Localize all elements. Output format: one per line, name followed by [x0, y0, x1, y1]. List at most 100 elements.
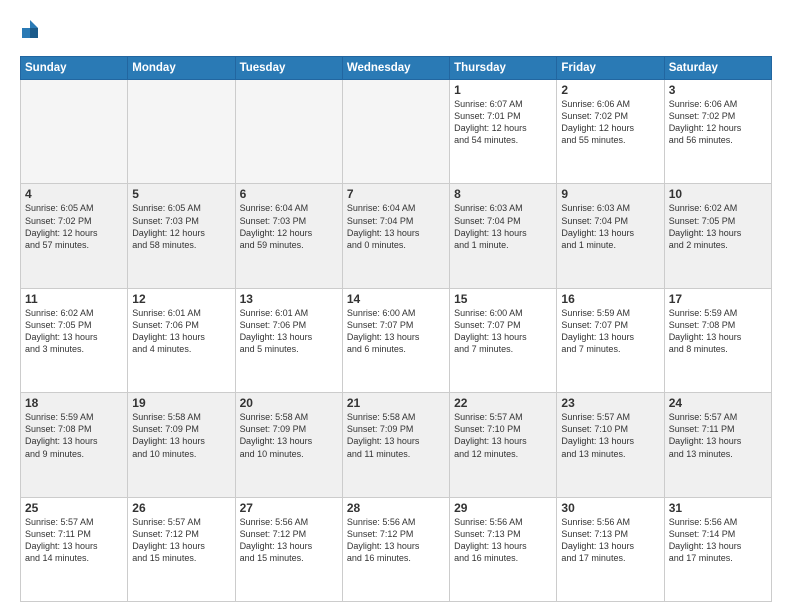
day-number: 2 [561, 83, 659, 97]
calendar-cell-day: 28Sunrise: 5:56 AM Sunset: 7:12 PM Dayli… [342, 497, 449, 601]
day-number: 20 [240, 396, 338, 410]
calendar-cell-day: 3Sunrise: 6:06 AM Sunset: 7:02 PM Daylig… [664, 80, 771, 184]
day-info: Sunrise: 5:57 AM Sunset: 7:11 PM Dayligh… [25, 516, 123, 565]
day-info: Sunrise: 5:58 AM Sunset: 7:09 PM Dayligh… [132, 411, 230, 460]
calendar-cell-day: 17Sunrise: 5:59 AM Sunset: 7:08 PM Dayli… [664, 288, 771, 392]
day-info: Sunrise: 5:57 AM Sunset: 7:10 PM Dayligh… [454, 411, 552, 460]
day-number: 17 [669, 292, 767, 306]
calendar-cell-day: 12Sunrise: 6:01 AM Sunset: 7:06 PM Dayli… [128, 288, 235, 392]
day-info: Sunrise: 5:59 AM Sunset: 7:08 PM Dayligh… [25, 411, 123, 460]
day-info: Sunrise: 5:56 AM Sunset: 7:12 PM Dayligh… [347, 516, 445, 565]
day-number: 7 [347, 187, 445, 201]
calendar-weekday-sunday: Sunday [21, 57, 128, 80]
calendar-weekday-tuesday: Tuesday [235, 57, 342, 80]
day-info: Sunrise: 5:57 AM Sunset: 7:10 PM Dayligh… [561, 411, 659, 460]
calendar-cell-day: 5Sunrise: 6:05 AM Sunset: 7:03 PM Daylig… [128, 184, 235, 288]
day-info: Sunrise: 6:07 AM Sunset: 7:01 PM Dayligh… [454, 98, 552, 147]
calendar-week-row: 4Sunrise: 6:05 AM Sunset: 7:02 PM Daylig… [21, 184, 772, 288]
calendar-cell-empty [21, 80, 128, 184]
calendar-cell-day: 1Sunrise: 6:07 AM Sunset: 7:01 PM Daylig… [450, 80, 557, 184]
day-number: 18 [25, 396, 123, 410]
day-info: Sunrise: 5:56 AM Sunset: 7:14 PM Dayligh… [669, 516, 767, 565]
day-info: Sunrise: 5:59 AM Sunset: 7:08 PM Dayligh… [669, 307, 767, 356]
calendar-cell-day: 19Sunrise: 5:58 AM Sunset: 7:09 PM Dayli… [128, 393, 235, 497]
calendar-week-row: 1Sunrise: 6:07 AM Sunset: 7:01 PM Daylig… [21, 80, 772, 184]
page: SundayMondayTuesdayWednesdayThursdayFrid… [0, 0, 792, 612]
calendar-cell-day: 14Sunrise: 6:00 AM Sunset: 7:07 PM Dayli… [342, 288, 449, 392]
day-info: Sunrise: 6:03 AM Sunset: 7:04 PM Dayligh… [454, 202, 552, 251]
calendar-weekday-saturday: Saturday [664, 57, 771, 80]
calendar-cell-empty [342, 80, 449, 184]
calendar-weekday-thursday: Thursday [450, 57, 557, 80]
day-number: 11 [25, 292, 123, 306]
calendar-cell-empty [128, 80, 235, 184]
calendar-week-row: 18Sunrise: 5:59 AM Sunset: 7:08 PM Dayli… [21, 393, 772, 497]
day-number: 8 [454, 187, 552, 201]
calendar-cell-day: 27Sunrise: 5:56 AM Sunset: 7:12 PM Dayli… [235, 497, 342, 601]
day-number: 12 [132, 292, 230, 306]
calendar-cell-day: 10Sunrise: 6:02 AM Sunset: 7:05 PM Dayli… [664, 184, 771, 288]
day-number: 16 [561, 292, 659, 306]
day-number: 23 [561, 396, 659, 410]
calendar-cell-day: 22Sunrise: 5:57 AM Sunset: 7:10 PM Dayli… [450, 393, 557, 497]
day-info: Sunrise: 5:57 AM Sunset: 7:12 PM Dayligh… [132, 516, 230, 565]
day-info: Sunrise: 6:04 AM Sunset: 7:03 PM Dayligh… [240, 202, 338, 251]
calendar-cell-day: 16Sunrise: 5:59 AM Sunset: 7:07 PM Dayli… [557, 288, 664, 392]
day-number: 25 [25, 501, 123, 515]
day-number: 31 [669, 501, 767, 515]
calendar-header-row: SundayMondayTuesdayWednesdayThursdayFrid… [21, 57, 772, 80]
calendar-cell-day: 2Sunrise: 6:06 AM Sunset: 7:02 PM Daylig… [557, 80, 664, 184]
day-info: Sunrise: 6:00 AM Sunset: 7:07 PM Dayligh… [454, 307, 552, 356]
day-info: Sunrise: 6:02 AM Sunset: 7:05 PM Dayligh… [25, 307, 123, 356]
calendar-weekday-monday: Monday [128, 57, 235, 80]
day-info: Sunrise: 5:57 AM Sunset: 7:11 PM Dayligh… [669, 411, 767, 460]
day-number: 4 [25, 187, 123, 201]
day-info: Sunrise: 5:58 AM Sunset: 7:09 PM Dayligh… [240, 411, 338, 460]
day-number: 22 [454, 396, 552, 410]
day-number: 3 [669, 83, 767, 97]
day-info: Sunrise: 5:56 AM Sunset: 7:13 PM Dayligh… [561, 516, 659, 565]
logo-icon [20, 18, 40, 46]
day-number: 10 [669, 187, 767, 201]
day-number: 6 [240, 187, 338, 201]
day-number: 1 [454, 83, 552, 97]
day-info: Sunrise: 5:56 AM Sunset: 7:12 PM Dayligh… [240, 516, 338, 565]
calendar-week-row: 25Sunrise: 5:57 AM Sunset: 7:11 PM Dayli… [21, 497, 772, 601]
calendar-cell-day: 6Sunrise: 6:04 AM Sunset: 7:03 PM Daylig… [235, 184, 342, 288]
calendar-cell-day: 26Sunrise: 5:57 AM Sunset: 7:12 PM Dayli… [128, 497, 235, 601]
calendar-cell-day: 31Sunrise: 5:56 AM Sunset: 7:14 PM Dayli… [664, 497, 771, 601]
day-info: Sunrise: 6:01 AM Sunset: 7:06 PM Dayligh… [132, 307, 230, 356]
day-info: Sunrise: 6:05 AM Sunset: 7:03 PM Dayligh… [132, 202, 230, 251]
day-number: 9 [561, 187, 659, 201]
day-number: 27 [240, 501, 338, 515]
day-info: Sunrise: 6:04 AM Sunset: 7:04 PM Dayligh… [347, 202, 445, 251]
logo [20, 18, 44, 46]
calendar-cell-empty [235, 80, 342, 184]
day-number: 29 [454, 501, 552, 515]
day-info: Sunrise: 6:01 AM Sunset: 7:06 PM Dayligh… [240, 307, 338, 356]
day-info: Sunrise: 6:02 AM Sunset: 7:05 PM Dayligh… [669, 202, 767, 251]
day-number: 21 [347, 396, 445, 410]
calendar-cell-day: 24Sunrise: 5:57 AM Sunset: 7:11 PM Dayli… [664, 393, 771, 497]
day-number: 14 [347, 292, 445, 306]
day-number: 19 [132, 396, 230, 410]
calendar-cell-day: 25Sunrise: 5:57 AM Sunset: 7:11 PM Dayli… [21, 497, 128, 601]
calendar-week-row: 11Sunrise: 6:02 AM Sunset: 7:05 PM Dayli… [21, 288, 772, 392]
calendar-table: SundayMondayTuesdayWednesdayThursdayFrid… [20, 56, 772, 602]
day-info: Sunrise: 6:05 AM Sunset: 7:02 PM Dayligh… [25, 202, 123, 251]
day-info: Sunrise: 6:06 AM Sunset: 7:02 PM Dayligh… [669, 98, 767, 147]
calendar-cell-day: 4Sunrise: 6:05 AM Sunset: 7:02 PM Daylig… [21, 184, 128, 288]
calendar-cell-day: 13Sunrise: 6:01 AM Sunset: 7:06 PM Dayli… [235, 288, 342, 392]
calendar-cell-day: 30Sunrise: 5:56 AM Sunset: 7:13 PM Dayli… [557, 497, 664, 601]
calendar-cell-day: 29Sunrise: 5:56 AM Sunset: 7:13 PM Dayli… [450, 497, 557, 601]
calendar-weekday-wednesday: Wednesday [342, 57, 449, 80]
calendar-cell-day: 21Sunrise: 5:58 AM Sunset: 7:09 PM Dayli… [342, 393, 449, 497]
day-info: Sunrise: 5:56 AM Sunset: 7:13 PM Dayligh… [454, 516, 552, 565]
day-info: Sunrise: 6:03 AM Sunset: 7:04 PM Dayligh… [561, 202, 659, 251]
calendar-cell-day: 20Sunrise: 5:58 AM Sunset: 7:09 PM Dayli… [235, 393, 342, 497]
day-number: 15 [454, 292, 552, 306]
day-info: Sunrise: 5:58 AM Sunset: 7:09 PM Dayligh… [347, 411, 445, 460]
calendar-cell-day: 18Sunrise: 5:59 AM Sunset: 7:08 PM Dayli… [21, 393, 128, 497]
calendar-weekday-friday: Friday [557, 57, 664, 80]
calendar-cell-day: 7Sunrise: 6:04 AM Sunset: 7:04 PM Daylig… [342, 184, 449, 288]
